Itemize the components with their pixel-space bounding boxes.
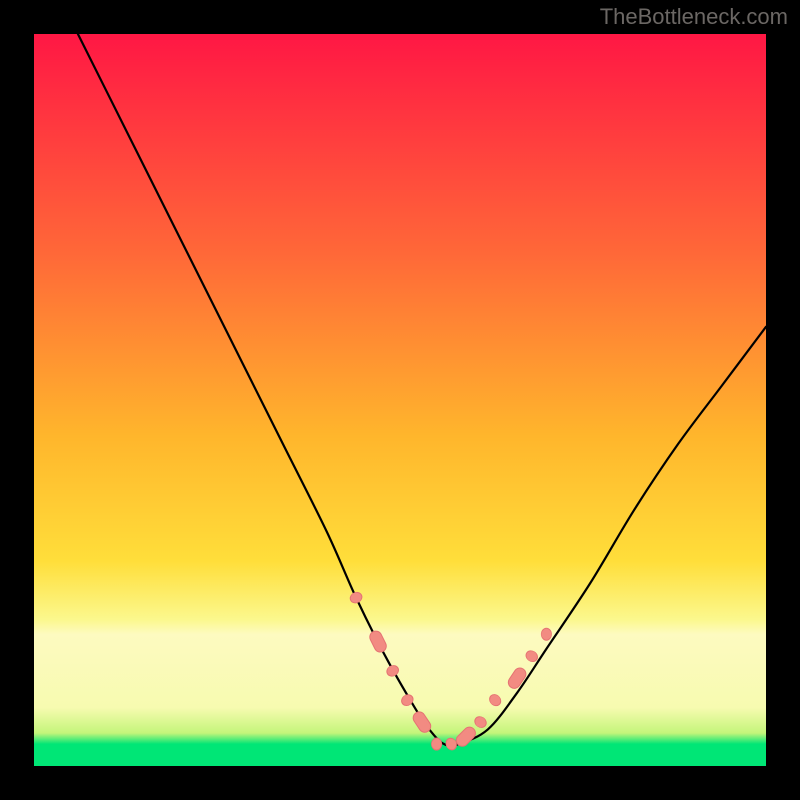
marker-dot bbox=[446, 739, 456, 749]
marker-dot bbox=[490, 695, 500, 705]
chart-container: TheBottleneck.com bbox=[0, 0, 800, 800]
highlight-markers bbox=[348, 590, 551, 751]
marker-dot bbox=[402, 695, 412, 705]
marker-dot bbox=[388, 666, 398, 676]
marker-dot bbox=[476, 717, 486, 727]
watermark-label: TheBottleneck.com bbox=[600, 4, 788, 30]
marker-dot bbox=[527, 651, 537, 661]
marker-dot bbox=[512, 673, 522, 683]
marker-dot bbox=[432, 739, 442, 749]
marker-dot bbox=[351, 593, 361, 603]
plot-area bbox=[34, 34, 766, 766]
marker-dot bbox=[461, 732, 471, 742]
bottleneck-curve bbox=[78, 34, 766, 746]
marker-dot bbox=[541, 629, 551, 639]
marker-dot bbox=[417, 717, 427, 727]
marker-dot bbox=[373, 637, 383, 647]
curve-layer bbox=[34, 34, 766, 766]
